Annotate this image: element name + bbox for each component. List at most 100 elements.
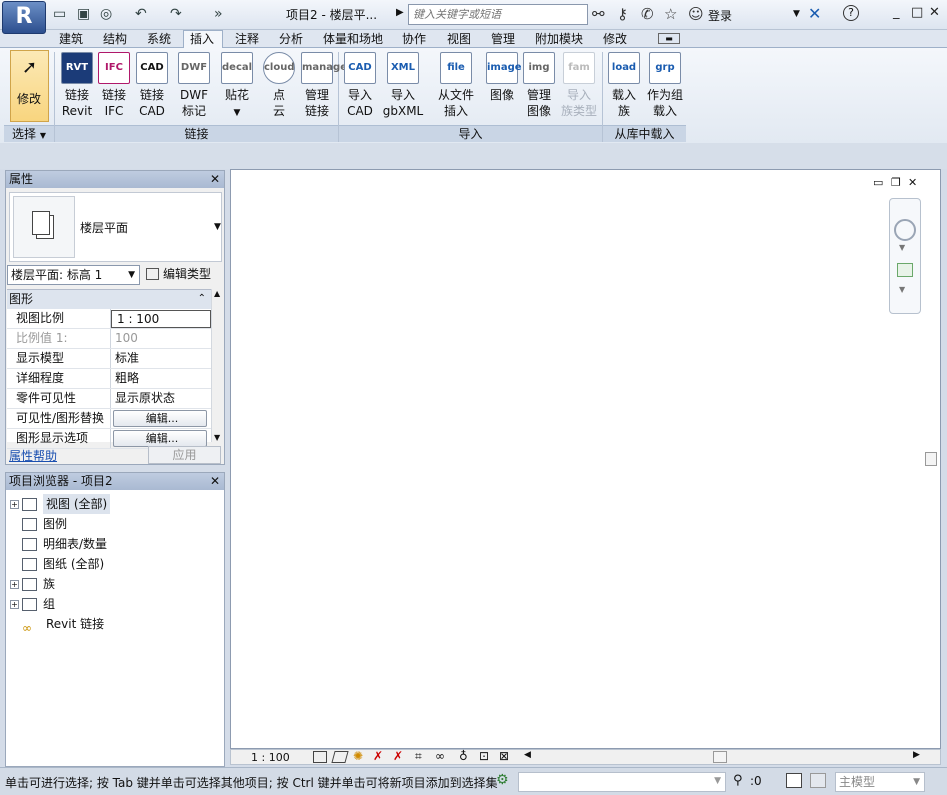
exchange-apps-icon[interactable]: ✕ bbox=[808, 4, 821, 23]
login-dropdown-icon[interactable]: ▼ bbox=[793, 9, 800, 19]
tab-addins[interactable]: 附加模块 bbox=[535, 31, 583, 47]
login-button[interactable]: 登录 bbox=[708, 7, 732, 24]
tab-systems[interactable]: 系统 bbox=[147, 31, 171, 47]
help-icon[interactable]: ? bbox=[843, 5, 859, 21]
browser-node[interactable]: + 视图 (全部) bbox=[10, 494, 111, 514]
tab-manage[interactable]: 管理 bbox=[491, 31, 515, 47]
property-row[interactable]: 比例值 1: 100 bbox=[7, 329, 211, 349]
view-restore-icon[interactable]: ❐ bbox=[891, 176, 901, 189]
tab-massing-site[interactable]: 体量和场地 bbox=[323, 31, 383, 47]
zoom-dropdown-icon[interactable]: ▼ bbox=[899, 285, 905, 294]
canvas-vertical-scroll-thumb[interactable] bbox=[925, 452, 937, 466]
design-options-icon[interactable] bbox=[810, 773, 826, 788]
type-selector[interactable]: 楼层平面 ▼ bbox=[9, 192, 222, 262]
point-cloud-button[interactable]: cloud 点云 bbox=[262, 52, 296, 119]
close-window-button[interactable]: ✕ bbox=[929, 5, 940, 20]
edit-type-button[interactable]: 编辑类型 bbox=[146, 265, 211, 283]
wheel-dropdown-icon[interactable]: ▼ bbox=[899, 243, 905, 252]
type-dropdown-icon[interactable]: ▼ bbox=[214, 222, 221, 232]
search-expand-icon[interactable]: ▶ bbox=[396, 7, 404, 18]
tab-structure[interactable]: 结构 bbox=[103, 31, 127, 47]
tab-insert[interactable]: 插入 bbox=[190, 31, 214, 47]
scroll-left-icon[interactable]: ◀ bbox=[524, 750, 531, 760]
view-close-icon[interactable]: ✕ bbox=[908, 176, 917, 189]
section-header-graphics[interactable]: 图形 ⌃ bbox=[7, 290, 211, 309]
property-value[interactable]: 1 : 100 bbox=[111, 310, 211, 328]
tab-view[interactable]: 视图 bbox=[447, 31, 471, 47]
browser-node[interactable]: + 族 bbox=[10, 574, 55, 594]
communication-icon[interactable]: ✆ bbox=[641, 5, 654, 23]
property-row[interactable]: 可见性/图形替换 编辑... bbox=[7, 409, 211, 429]
expand-icon[interactable]: + bbox=[10, 599, 19, 609]
active-design-option[interactable]: 主模型 ▼ bbox=[835, 772, 925, 792]
link-ifc-button[interactable]: IFC 链接 IFC bbox=[97, 52, 131, 119]
tab-analyze[interactable]: 分析 bbox=[279, 31, 303, 47]
temporary-hide-icon[interactable]: ∞ bbox=[435, 749, 445, 763]
instance-selector[interactable]: 楼层平面: 标高 1 ▼ bbox=[7, 265, 140, 285]
drawing-canvas[interactable]: ▭ ❐ ✕ ▼ ▼ bbox=[230, 169, 941, 749]
image-button[interactable]: image 图像 bbox=[485, 52, 522, 103]
import-cad-button[interactable]: CAD 导入 CAD bbox=[343, 52, 377, 119]
minimize-button[interactable]: _ bbox=[893, 5, 900, 20]
insert-from-file-button[interactable]: file 从文件 插入 bbox=[435, 52, 477, 119]
zoom-region-icon[interactable] bbox=[897, 263, 913, 277]
link-cad-button[interactable]: CAD 链接 CAD bbox=[135, 52, 169, 119]
manage-links-button[interactable]: manage 管理 链接 bbox=[300, 52, 347, 119]
browser-node[interactable]: + 组 bbox=[10, 594, 55, 614]
browser-node[interactable]: ∞ Revit 链接 bbox=[10, 614, 104, 635]
sun-path-icon[interactable]: ✺ bbox=[353, 749, 363, 763]
property-value[interactable]: 标准 bbox=[111, 349, 211, 368]
load-as-group-button[interactable]: grp 作为组 载入 bbox=[644, 52, 686, 119]
browser-node[interactable]: 明细表/数量 bbox=[10, 534, 107, 554]
horizontal-scroll-thumb[interactable] bbox=[713, 751, 727, 763]
editable-only-icon[interactable] bbox=[786, 773, 802, 788]
expand-icon[interactable]: + bbox=[10, 499, 19, 509]
property-value[interactable]: 显示原状态 bbox=[111, 389, 211, 408]
edit-button[interactable]: 编辑... bbox=[113, 430, 207, 447]
crop-region-icon[interactable]: ⌗ bbox=[415, 749, 422, 764]
view-scale[interactable]: 1 : 100 bbox=[251, 750, 290, 765]
sync-icon[interactable]: ◎ bbox=[100, 6, 112, 22]
redo-icon[interactable]: ↷ bbox=[170, 6, 182, 22]
tab-collaborate[interactable]: 协作 bbox=[402, 31, 426, 47]
import-gbxml-button[interactable]: XML 导入 gbXML bbox=[380, 52, 426, 119]
browser-node[interactable]: 图纸 (全部) bbox=[10, 554, 104, 574]
property-row[interactable]: 详细程度 粗略 bbox=[7, 369, 211, 389]
edit-button[interactable]: 编辑... bbox=[113, 410, 207, 427]
workset-combo[interactable]: ▼ bbox=[518, 772, 726, 792]
highlight-displacement-icon[interactable]: ⊠ bbox=[499, 749, 509, 763]
steering-wheel-icon[interactable] bbox=[894, 219, 916, 241]
worksets-icon[interactable]: ⚙ bbox=[496, 772, 509, 788]
visual-style-icon[interactable] bbox=[331, 751, 349, 763]
browser-node[interactable]: 图例 bbox=[10, 514, 67, 534]
analytical-model-icon[interactable]: ⊡ bbox=[479, 749, 489, 763]
shadows-icon[interactable]: ✗ bbox=[373, 749, 383, 763]
tab-architecture[interactable]: 建筑 bbox=[59, 31, 83, 47]
property-row[interactable]: 显示模型 标准 bbox=[7, 349, 211, 369]
tab-annotate[interactable]: 注释 bbox=[235, 31, 259, 47]
detail-level-icon[interactable] bbox=[313, 751, 327, 763]
manage-images-button[interactable]: img 管理 图像 bbox=[522, 52, 556, 119]
collapse-icon[interactable]: ⌃ bbox=[198, 290, 206, 308]
apply-button[interactable]: 应用 bbox=[148, 446, 221, 464]
open-icon[interactable]: ▭ bbox=[53, 6, 66, 22]
binoculars-icon[interactable]: ⚯ bbox=[592, 5, 605, 23]
load-family-button[interactable]: load 载入族 bbox=[607, 52, 641, 119]
close-icon[interactable]: ✕ bbox=[210, 171, 220, 187]
favorites-star-icon[interactable]: ☆ bbox=[664, 5, 677, 23]
maximize-button[interactable]: □ bbox=[911, 5, 923, 20]
decal-button[interactable]: decal 贴花 ▼ bbox=[220, 52, 254, 121]
more-tools-icon[interactable]: » bbox=[214, 6, 223, 22]
view-minimize-icon[interactable]: ▭ bbox=[873, 176, 883, 189]
crop-view-icon[interactable]: ✗ bbox=[393, 749, 403, 763]
undo-icon[interactable]: ↶ bbox=[135, 6, 147, 22]
link-revit-button[interactable]: RVT 链接 Revit bbox=[60, 52, 94, 119]
group-select[interactable]: 选择 ▼ bbox=[4, 125, 54, 142]
close-icon[interactable]: ✕ bbox=[210, 473, 220, 489]
search-input[interactable] bbox=[408, 4, 588, 25]
property-row[interactable]: 视图比例 1 : 100 bbox=[7, 309, 211, 329]
key-icon[interactable]: ⚷ bbox=[617, 5, 628, 23]
property-value[interactable]: 粗略 bbox=[111, 369, 211, 388]
ribbon-minimize-icon[interactable]: ▬ bbox=[658, 33, 680, 44]
properties-scrollbar[interactable]: ▲ ▼ bbox=[211, 289, 224, 442]
